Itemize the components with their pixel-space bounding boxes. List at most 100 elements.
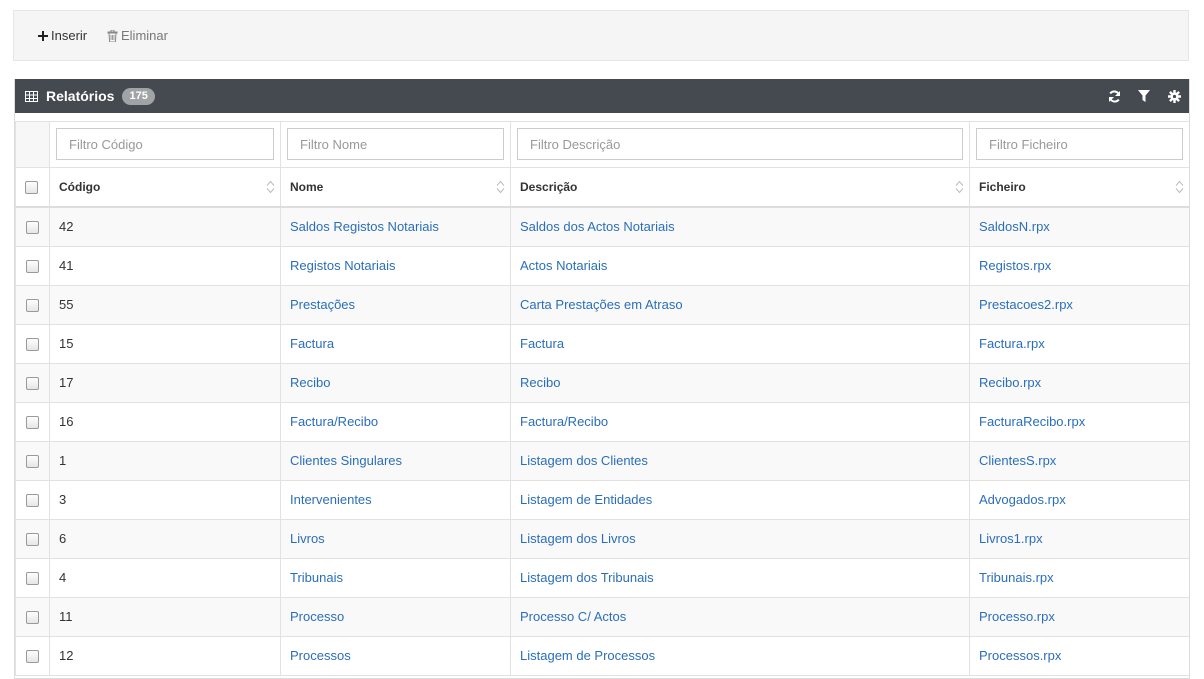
refresh-icon xyxy=(1108,90,1120,102)
sort-icon xyxy=(955,180,964,193)
cell-nome-link[interactable]: Processo xyxy=(290,609,344,624)
sort-icon xyxy=(1175,180,1184,193)
cell-descricao-link[interactable]: Carta Prestações em Atraso xyxy=(520,297,683,312)
cell-nome-link[interactable]: Saldos Registos Notariais xyxy=(290,219,439,234)
toolbar: Inserir Eliminar xyxy=(13,10,1189,61)
cell-nome-link[interactable]: Processos xyxy=(290,648,351,663)
cell-codigo: 6 xyxy=(49,518,281,559)
filter-ficheiro-input[interactable] xyxy=(976,128,1183,160)
cell-ficheiro-link[interactable]: Processos.rpx xyxy=(979,648,1061,663)
column-header-codigo[interactable]: Código xyxy=(49,166,281,208)
refresh-button[interactable] xyxy=(1099,79,1129,113)
cell-ficheiro-link[interactable]: ClientesS.rpx xyxy=(979,453,1056,468)
table-row[interactable]: 12 Processos Listagem de Processos Processo… xyxy=(15,635,1189,676)
panel-title: Relatórios xyxy=(46,88,115,104)
row-checkbox[interactable] xyxy=(26,455,39,469)
row-checkbox[interactable] xyxy=(26,611,39,625)
settings-button[interactable] xyxy=(1159,79,1189,113)
cell-ficheiro-link[interactable]: Processo.rpx xyxy=(979,609,1055,624)
cell-ficheiro-link[interactable]: FacturaRecibo.rpx xyxy=(979,414,1085,429)
filter-codigo-input[interactable] xyxy=(56,128,274,160)
row-checkbox[interactable] xyxy=(26,377,39,391)
cell-descricao-link[interactable]: Factura/Recibo xyxy=(520,414,608,429)
plus-icon xyxy=(38,30,48,41)
table-row[interactable]: 16 Factura/Recibo Factura/Recibo FacturaRec… xyxy=(15,401,1189,442)
insert-button[interactable]: Inserir xyxy=(38,28,87,43)
cell-ficheiro-link[interactable]: Advogados.rpx xyxy=(979,492,1066,507)
column-header-descricao[interactable]: Descrição xyxy=(510,166,970,208)
cell-descricao-link[interactable]: Listagem de Processos xyxy=(520,648,655,663)
cell-descricao-link[interactable]: Saldos dos Actos Notariais xyxy=(520,219,675,234)
cell-ficheiro-link[interactable]: Recibo.rpx xyxy=(979,375,1041,390)
row-checkbox[interactable] xyxy=(26,299,39,313)
table-row[interactable]: 3 Intervenientes Listagem de Entidades Advo… xyxy=(15,479,1189,520)
reports-panel: Relatórios 175 Filtro Código Filtro Nome… xyxy=(14,79,1190,679)
sort-icon xyxy=(496,180,505,193)
cell-ficheiro-link[interactable]: Factura.rpx xyxy=(979,336,1045,351)
cell-descricao-link[interactable]: Listagem de Entidades xyxy=(520,492,652,507)
filter-row xyxy=(15,120,1189,168)
filter-button[interactable] xyxy=(1129,79,1159,113)
filter-descricao-input[interactable] xyxy=(517,128,963,160)
cell-descricao-link[interactable]: Listagem dos Tribunais xyxy=(520,570,654,585)
cell-descricao-link[interactable]: Listagem dos Clientes xyxy=(520,453,648,468)
table-row[interactable]: 41 Registos Notariais Actos Notariais Regis… xyxy=(15,245,1189,286)
row-checkbox[interactable] xyxy=(26,494,39,508)
filter-nome-input[interactable] xyxy=(287,128,504,160)
panel-header: Relatórios 175 xyxy=(15,79,1189,113)
column-header-nome[interactable]: Nome xyxy=(280,166,511,208)
cell-nome-link[interactable]: Livros xyxy=(290,531,325,546)
cell-descricao-link[interactable]: Listagem dos Livros xyxy=(520,531,636,546)
row-checkbox[interactable] xyxy=(26,533,39,547)
delete-label: Eliminar xyxy=(121,28,168,43)
select-all-checkbox[interactable] xyxy=(25,180,38,194)
cell-nome-link[interactable]: Tribunais xyxy=(290,570,343,585)
cell-codigo: 17 xyxy=(49,362,281,403)
cell-ficheiro-link[interactable]: Registos.rpx xyxy=(979,258,1051,273)
cell-ficheiro-link[interactable]: Tribunais.rpx xyxy=(979,570,1054,585)
row-checkbox[interactable] xyxy=(26,572,39,586)
cell-nome-link[interactable]: Recibo xyxy=(290,375,330,390)
table-row[interactable]: 15 Factura Factura Factura.rpx xyxy=(15,323,1189,364)
cell-codigo: 12 xyxy=(49,635,281,676)
cell-nome-link[interactable]: Clientes Singulares xyxy=(290,453,402,468)
cell-descricao-link[interactable]: Actos Notariais xyxy=(520,258,607,273)
header-row: Código Nome Descrição Ficheiro xyxy=(15,166,1189,208)
cell-nome-link[interactable]: Factura/Recibo xyxy=(290,414,378,429)
row-checkbox[interactable] xyxy=(26,416,39,430)
cell-codigo: 4 xyxy=(49,557,281,598)
table-row[interactable]: 42 Saldos Registos Notariais Saldos dos Ac… xyxy=(15,206,1189,247)
cell-codigo: 15 xyxy=(49,323,281,364)
cell-codigo: 3 xyxy=(49,479,281,520)
cell-nome-link[interactable]: Registos Notariais xyxy=(290,258,396,273)
trash-icon xyxy=(107,29,118,42)
cell-nome-link[interactable]: Factura xyxy=(290,336,334,351)
cell-codigo: 41 xyxy=(49,245,281,286)
row-checkbox[interactable] xyxy=(26,260,39,274)
cell-descricao-link[interactable]: Processo C/ Actos xyxy=(520,609,626,624)
filter-icon xyxy=(1138,90,1150,102)
table-row[interactable]: 17 Recibo Recibo Recibo.rpx xyxy=(15,362,1189,403)
cell-ficheiro-link[interactable]: Prestacoes2.rpx xyxy=(979,297,1073,312)
row-checkbox[interactable] xyxy=(26,221,39,235)
delete-button[interactable]: Eliminar xyxy=(107,28,168,43)
cell-nome-link[interactable]: Prestações xyxy=(290,297,355,312)
table-row[interactable]: 1 Clientes Singulares Listagem dos Cliente… xyxy=(15,440,1189,481)
cell-codigo: 11 xyxy=(49,596,281,637)
row-checkbox[interactable] xyxy=(26,650,39,664)
table-icon xyxy=(25,90,38,102)
table-row[interactable]: 55 Prestações Carta Prestações em Atraso Pr… xyxy=(15,284,1189,325)
cell-ficheiro-link[interactable]: Livros1.rpx xyxy=(979,531,1043,546)
insert-label: Inserir xyxy=(51,28,88,43)
cell-ficheiro-link[interactable]: SaldosN.rpx xyxy=(979,219,1050,234)
cell-descricao-link[interactable]: Recibo xyxy=(520,375,560,390)
table-row[interactable]: 11 Processo Processo C/ Actos Processo.rpx xyxy=(15,596,1189,637)
table-row[interactable]: 6 Livros Listagem dos Livros Livros1.rpx xyxy=(15,518,1189,559)
sort-icon xyxy=(266,180,275,193)
gear-icon xyxy=(1167,89,1181,103)
row-checkbox[interactable] xyxy=(26,338,39,352)
cell-descricao-link[interactable]: Factura xyxy=(520,336,564,351)
column-header-ficheiro[interactable]: Ficheiro xyxy=(969,166,1189,208)
table-row[interactable]: 4 Tribunais Listagem dos Tribunais Tribunai… xyxy=(15,557,1189,598)
cell-nome-link[interactable]: Intervenientes xyxy=(290,492,372,507)
